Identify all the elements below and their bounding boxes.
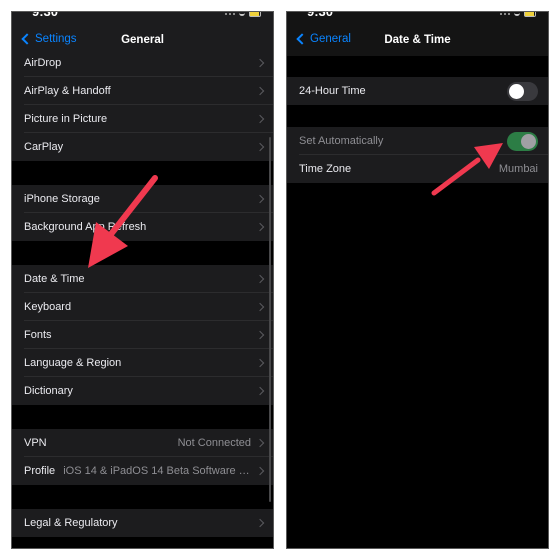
row-time-zone[interactable]: Time Zone Mumbai: [287, 155, 548, 183]
signal-icon: [225, 13, 235, 15]
row-label: Picture in Picture: [24, 113, 108, 125]
24-hour-time-toggle[interactable]: [507, 81, 538, 101]
status-time: 9:30: [32, 11, 59, 19]
row-label: iPhone Storage: [24, 193, 100, 205]
set-automatically-toggle[interactable]: [507, 131, 538, 151]
signal-icon: [500, 13, 510, 15]
row-keyboard[interactable]: Keyboard: [12, 293, 273, 321]
navigation-bar: General Date & Time: [287, 26, 548, 56]
chevron-right-icon: [255, 466, 265, 476]
settings-group-timezone: Set Automatically Time Zone Mumbai: [287, 127, 548, 183]
toggle-knob: [509, 83, 524, 99]
group-separator: [12, 405, 273, 429]
general-settings-screen: 9:30 Settings General AirDrop AirPlay & …: [11, 11, 274, 549]
chevron-right-icon: [255, 302, 265, 312]
time-zone-value: Mumbai: [498, 163, 538, 175]
row-fonts[interactable]: Fonts: [12, 321, 273, 349]
row-iphone-storage[interactable]: iPhone Storage: [12, 185, 273, 213]
page-title: Date & Time: [384, 34, 451, 46]
toggle-knob: [521, 133, 536, 149]
status-icons: [225, 12, 261, 17]
chevron-right-icon: [255, 142, 265, 152]
row-label: Keyboard: [24, 301, 72, 313]
chevron-right-icon: [255, 86, 265, 96]
settings-group-sharing: AirDrop AirPlay & Handoff Picture in Pic…: [12, 49, 273, 161]
settings-group-storage: iPhone Storage Background App Refresh: [12, 185, 273, 241]
chevron-right-icon: [255, 58, 265, 68]
row-dictionary[interactable]: Dictionary: [12, 377, 273, 405]
chevron-right-icon: [255, 518, 265, 528]
row-label: AirPlay & Handoff: [24, 85, 111, 97]
row-picture-in-picture[interactable]: Picture in Picture: [12, 105, 273, 133]
row-label: Legal & Regulatory: [24, 517, 118, 529]
row-label: AirDrop: [24, 57, 62, 69]
chevron-right-icon: [255, 358, 265, 368]
row-carplay[interactable]: CarPlay: [12, 133, 273, 161]
date-time-screen: 9:30 General Date & Time 24-Hour Time Se…: [286, 11, 549, 549]
settings-group-network: VPN Not Connected Profile iOS 14 & iPadO…: [12, 429, 273, 485]
scrollbar[interactable]: [269, 137, 271, 502]
row-24-hour-time: 24-Hour Time: [287, 77, 548, 105]
row-vpn[interactable]: VPN Not Connected: [12, 429, 273, 457]
row-label: VPN: [24, 437, 47, 449]
vpn-status: Not Connected: [177, 437, 251, 449]
wifi-icon: [239, 12, 245, 16]
chevron-right-icon: [255, 222, 265, 232]
row-label: Set Automatically: [299, 135, 384, 147]
row-legal-regulatory[interactable]: Legal & Regulatory: [12, 509, 273, 537]
battery-icon: [249, 12, 261, 17]
group-separator: [12, 485, 273, 509]
row-label: Date & Time: [24, 273, 85, 285]
group-separator: [287, 56, 548, 77]
group-separator: [12, 161, 273, 185]
row-label: Fonts: [24, 329, 52, 341]
status-bar: 9:30: [12, 12, 273, 26]
settings-group-format: 24-Hour Time: [287, 77, 548, 105]
row-label: Background App Refresh: [24, 221, 147, 233]
chevron-right-icon: [255, 274, 265, 284]
settings-group-legal: Legal & Regulatory: [12, 509, 273, 537]
chevron-right-icon: [255, 386, 265, 396]
row-label: 24-Hour Time: [299, 85, 366, 97]
wifi-icon: [514, 12, 520, 16]
row-airdrop[interactable]: AirDrop: [12, 49, 273, 77]
chevron-right-icon: [255, 330, 265, 340]
page-title: General: [121, 34, 164, 46]
row-background-app-refresh[interactable]: Background App Refresh: [12, 213, 273, 241]
row-airplay-handoff[interactable]: AirPlay & Handoff: [12, 77, 273, 105]
group-separator: [12, 241, 273, 265]
chevron-right-icon: [255, 114, 265, 124]
chevron-right-icon: [255, 438, 265, 448]
row-label: Dictionary: [24, 385, 73, 397]
profile-value: iOS 14 & iPadOS 14 Beta Software Pr...: [63, 465, 251, 477]
settings-group-locale: Date & Time Keyboard Fonts Language & Re…: [12, 265, 273, 405]
chevron-right-icon: [255, 194, 265, 204]
row-label: CarPlay: [24, 141, 64, 153]
settings-list: AirDrop AirPlay & Handoff Picture in Pic…: [12, 49, 273, 548]
date-time-list: 24-Hour Time Set Automatically Time Zone…: [287, 56, 548, 548]
row-label: Profile: [24, 465, 56, 477]
row-date-time[interactable]: Date & Time: [12, 265, 273, 293]
row-label: Language & Region: [24, 357, 122, 369]
battery-icon: [524, 12, 536, 17]
status-bar: 9:30: [287, 12, 548, 26]
row-profile[interactable]: Profile iOS 14 & iPadOS 14 Beta Software…: [12, 457, 273, 485]
group-separator: [287, 105, 548, 127]
status-time: 9:30: [307, 11, 334, 19]
row-set-automatically: Set Automatically: [287, 127, 548, 155]
row-label: Time Zone: [299, 163, 352, 175]
status-icons: [500, 12, 536, 17]
row-language-region[interactable]: Language & Region: [12, 349, 273, 377]
